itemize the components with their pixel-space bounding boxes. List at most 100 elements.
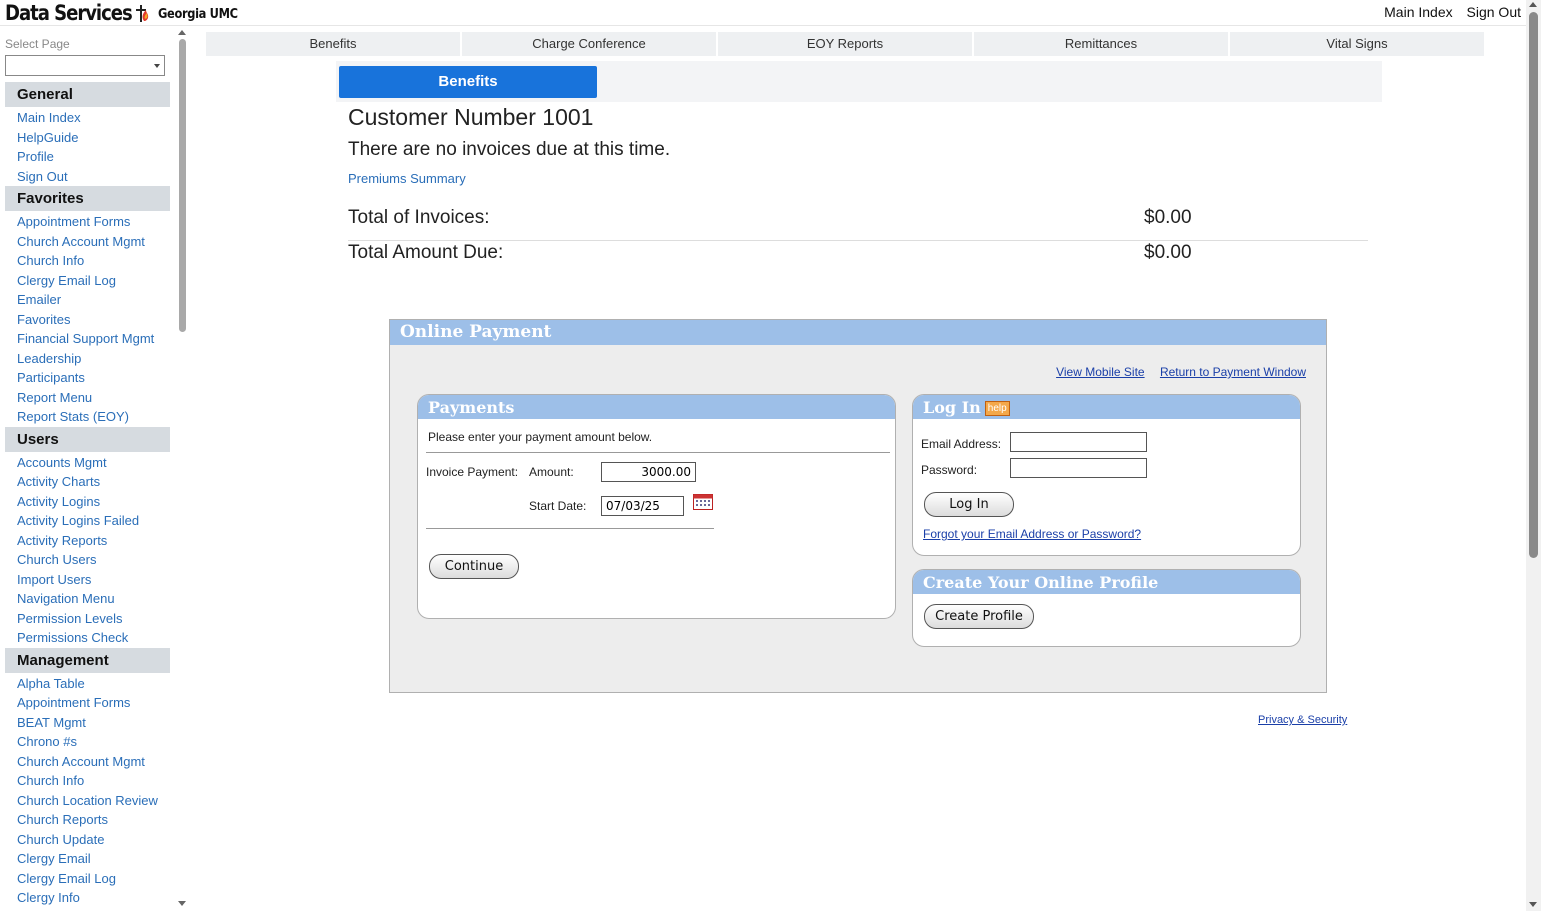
online-payment-header: Online Payment xyxy=(390,320,1326,345)
brand-name: Data Services xyxy=(5,1,133,25)
sidebar-item-church-location-review[interactable]: Church Location Review xyxy=(5,791,170,811)
sidebar-item-church-account-mgmt[interactable]: Church Account Mgmt xyxy=(5,232,170,252)
sidebar-item-participants[interactable]: Participants xyxy=(5,368,170,388)
online-payment-links: View Mobile Site Return to Payment Windo… xyxy=(1044,365,1306,379)
continue-button[interactable]: Continue xyxy=(429,554,519,579)
sidebar-item-leadership[interactable]: Leadership xyxy=(5,349,170,369)
sidebar-item-emailer[interactable]: Emailer xyxy=(5,290,170,310)
view-mobile-site-link[interactable]: View Mobile Site xyxy=(1056,365,1145,379)
calendar-icon[interactable] xyxy=(693,494,713,510)
sidebar-item-permission-levels[interactable]: Permission Levels xyxy=(5,609,170,629)
sidebar-item-church-info[interactable]: Church Info xyxy=(5,251,170,271)
payments-box-title: Payments xyxy=(418,395,895,419)
scroll-down-arrow-icon[interactable] xyxy=(1529,902,1537,907)
sidebar-item-navigation-menu[interactable]: Navigation Menu xyxy=(5,589,170,609)
methodist-cross-flame-icon xyxy=(136,5,149,22)
sidebar-item-activity-charts[interactable]: Activity Charts xyxy=(5,472,170,492)
start-date-label: Start Date: xyxy=(529,499,587,513)
sidebar-item-import-users[interactable]: Import Users xyxy=(5,570,170,590)
select-page-dropdown[interactable] xyxy=(5,55,165,76)
tab-charge-conference[interactable]: Charge Conference xyxy=(462,32,718,56)
chevron-down-icon xyxy=(154,64,160,68)
section-tab-benefits[interactable]: Benefits xyxy=(339,66,597,98)
sidebar-item-chrono-numbers[interactable]: Chrono #s xyxy=(5,732,170,752)
invoice-status-message: There are no invoices due at this time. xyxy=(348,139,671,160)
sidebar-item-church-users[interactable]: Church Users xyxy=(5,550,170,570)
sidebar-item-accounts-mgmt[interactable]: Accounts Mgmt xyxy=(5,453,170,473)
help-icon[interactable]: help xyxy=(984,401,1010,416)
sidebar-item-appointment-forms[interactable]: Appointment Forms xyxy=(5,212,170,232)
nav-section-management: Management xyxy=(5,647,170,673)
amount-label: Amount: xyxy=(529,465,574,479)
divider xyxy=(426,528,714,529)
sidebar-item-sign-out[interactable]: Sign Out xyxy=(5,167,170,187)
sidebar-item-main-index[interactable]: Main Index xyxy=(5,108,170,128)
sidebar-nav: General Main Index HelpGuide Profile Sig… xyxy=(5,82,170,908)
sidebar-item-favorites[interactable]: Favorites xyxy=(5,310,170,330)
create-profile-title: Create Your Online Profile xyxy=(913,570,1300,594)
header-link-sign-out[interactable]: Sign Out xyxy=(1467,4,1521,20)
sidebar-item-clergy-info[interactable]: Clergy Info xyxy=(5,888,170,908)
sidebar-item-helpguide[interactable]: HelpGuide xyxy=(5,128,170,148)
sidebar-item-profile[interactable]: Profile xyxy=(5,147,170,167)
premiums-summary-link[interactable]: Premiums Summary xyxy=(348,171,466,186)
sidebar-item-report-stats-eoy[interactable]: Report Stats (EOY) xyxy=(5,407,170,427)
invoice-payment-label: Invoice Payment: xyxy=(426,465,519,479)
page-scrollbar-thumb[interactable] xyxy=(1529,12,1538,558)
email-address-label: Email Address: xyxy=(921,437,1002,451)
total-due-value: $0.00 xyxy=(1144,242,1192,263)
tab-vital-signs[interactable]: Vital Signs xyxy=(1230,32,1484,56)
sidebar-scrollbar-thumb[interactable] xyxy=(179,39,186,332)
sidebar-item-church-reports[interactable]: Church Reports xyxy=(5,810,170,830)
sidebar-item-clergy-email-log-2[interactable]: Clergy Email Log xyxy=(5,869,170,889)
online-payment-panel: Online Payment View Mobile Site Return t… xyxy=(389,319,1327,693)
sidebar-item-appointment-forms-2[interactable]: Appointment Forms xyxy=(5,693,170,713)
payments-intro-text: Please enter your payment amount below. xyxy=(428,430,653,444)
page-title: Customer Number 1001 xyxy=(348,104,594,130)
create-profile-button[interactable]: Create Profile xyxy=(924,604,1034,629)
sidebar-item-church-info-2[interactable]: Church Info xyxy=(5,771,170,791)
header-link-main-index[interactable]: Main Index xyxy=(1384,4,1452,20)
org-name: Georgia UMC xyxy=(158,7,238,22)
total-invoices-label: Total of Invoices: xyxy=(348,207,490,228)
forgot-credentials-link[interactable]: Forgot your Email Address or Password? xyxy=(923,527,1141,541)
scroll-down-arrow-icon[interactable] xyxy=(178,901,186,906)
log-in-button[interactable]: Log In xyxy=(924,492,1014,517)
page-scrollbar[interactable] xyxy=(1526,0,1541,911)
sidebar-item-activity-logins-failed[interactable]: Activity Logins Failed xyxy=(5,511,170,531)
amount-input[interactable] xyxy=(601,462,696,482)
sidebar-item-alpha-table[interactable]: Alpha Table xyxy=(5,674,170,694)
sidebar-item-church-account-mgmt-2[interactable]: Church Account Mgmt xyxy=(5,752,170,772)
sidebar-item-church-update[interactable]: Church Update xyxy=(5,830,170,850)
sidebar-item-report-menu[interactable]: Report Menu xyxy=(5,388,170,408)
sidebar-item-clergy-email-log[interactable]: Clergy Email Log xyxy=(5,271,170,291)
sidebar: Select Page General Main Index HelpGuide… xyxy=(0,27,190,911)
password-field[interactable] xyxy=(1010,458,1147,478)
scroll-up-arrow-icon[interactable] xyxy=(178,30,186,35)
tab-benefits[interactable]: Benefits xyxy=(206,32,462,56)
brand: Data Services Georgia UMC xyxy=(5,0,249,26)
nav-section-general: General xyxy=(5,82,170,107)
sidebar-item-activity-logins[interactable]: Activity Logins xyxy=(5,492,170,512)
return-to-payment-window-link[interactable]: Return to Payment Window xyxy=(1160,365,1306,379)
sidebar-item-financial-support-mgmt[interactable]: Financial Support Mgmt xyxy=(5,329,170,349)
start-date-input[interactable] xyxy=(601,496,684,516)
create-profile-box: Create Your Online Profile Create Profil… xyxy=(912,569,1301,647)
total-due-row: Total Amount Due: $0.00 xyxy=(348,242,1368,276)
sidebar-item-permissions-check[interactable]: Permissions Check xyxy=(5,628,170,648)
login-box: Log In help Email Address: Password: Log … xyxy=(912,394,1301,556)
header-links: Main Index Sign Out xyxy=(1374,4,1521,20)
tab-remittances[interactable]: Remittances xyxy=(974,32,1230,56)
total-invoices-row: Total of Invoices: $0.00 xyxy=(348,207,1368,241)
sidebar-item-beat-mgmt[interactable]: BEAT Mgmt xyxy=(5,713,170,733)
tab-eoy-reports[interactable]: EOY Reports xyxy=(718,32,974,56)
sidebar-item-activity-reports[interactable]: Activity Reports xyxy=(5,531,170,551)
nav-section-users: Users xyxy=(5,426,170,452)
privacy-security-link[interactable]: Privacy & Security xyxy=(1258,714,1347,726)
top-tabs: Benefits Charge Conference EOY Reports R… xyxy=(206,32,1484,56)
email-field[interactable] xyxy=(1010,432,1147,452)
total-due-label: Total Amount Due: xyxy=(348,242,504,263)
app-header: Data Services Georgia UMC Main Index Sig… xyxy=(0,0,1526,26)
scroll-up-arrow-icon[interactable] xyxy=(1529,2,1537,7)
sidebar-item-clergy-email[interactable]: Clergy Email xyxy=(5,849,170,869)
